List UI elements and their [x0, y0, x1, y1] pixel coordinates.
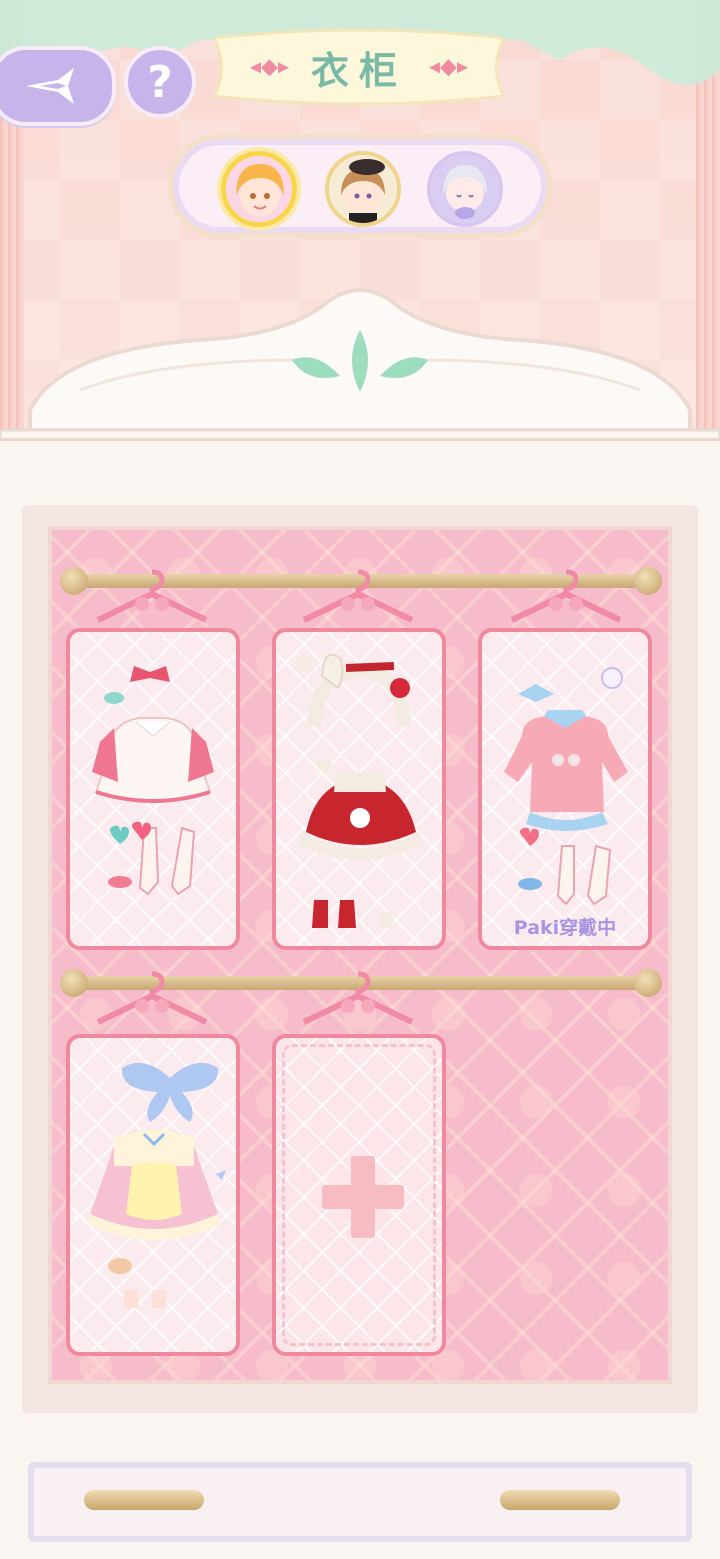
sparkle-arrow-back-icon: [26, 68, 74, 104]
question-mark-icon: ?: [147, 56, 173, 108]
hanger-icon: [510, 569, 622, 623]
outfit-card-red-bunny-dress[interactable]: [272, 628, 446, 950]
back-button[interactable]: [0, 46, 116, 126]
brown-hair-beret-avatar: [329, 155, 397, 223]
hanger-icon: [302, 971, 414, 1025]
hanger-icon: [96, 569, 208, 623]
page-title: 衣柜: [310, 47, 407, 93]
outfit-pink-sweater-icon: [504, 667, 628, 906]
wearing-label: Paki穿戴中: [513, 917, 617, 939]
hanger-icon: [96, 971, 208, 1025]
outfit-card-maid-dress[interactable]: [66, 1034, 240, 1356]
character-avatar-blonde-girl[interactable]: [221, 151, 297, 227]
silver-hair-avatar: [431, 155, 499, 223]
wardrobe-drawer: [0, 1420, 720, 1559]
plus-icon: [322, 1156, 404, 1238]
blonde-girl-avatar: [226, 156, 292, 222]
ornament-right-icon: ◂◆▸: [428, 54, 468, 80]
hanger-icon: [302, 569, 414, 623]
drawer-handle-right: [500, 1490, 620, 1510]
outfit-maid-dress-icon: [88, 1062, 226, 1308]
outfit-card-pink-sweater[interactable]: Paki穿戴中: [478, 628, 652, 950]
character-avatar-brown-hair[interactable]: [325, 151, 401, 227]
character-selector: [168, 134, 552, 238]
outfit-red-bunny-dress-icon: [296, 653, 422, 928]
help-button[interactable]: ?: [124, 46, 196, 118]
add-outfit-slot[interactable]: [272, 1034, 446, 1356]
ornament-left-icon: ◂◆▸: [250, 54, 290, 80]
title-plaque: ◂◆▸ 衣柜 ◂◆▸: [214, 28, 504, 106]
drawer-handle-left: [84, 1490, 204, 1510]
outfit-pink-white-dress-icon: [92, 666, 214, 896]
character-avatar-silver-hair[interactable]: [427, 151, 503, 227]
outfit-card-pink-white-dress[interactable]: [66, 628, 240, 950]
